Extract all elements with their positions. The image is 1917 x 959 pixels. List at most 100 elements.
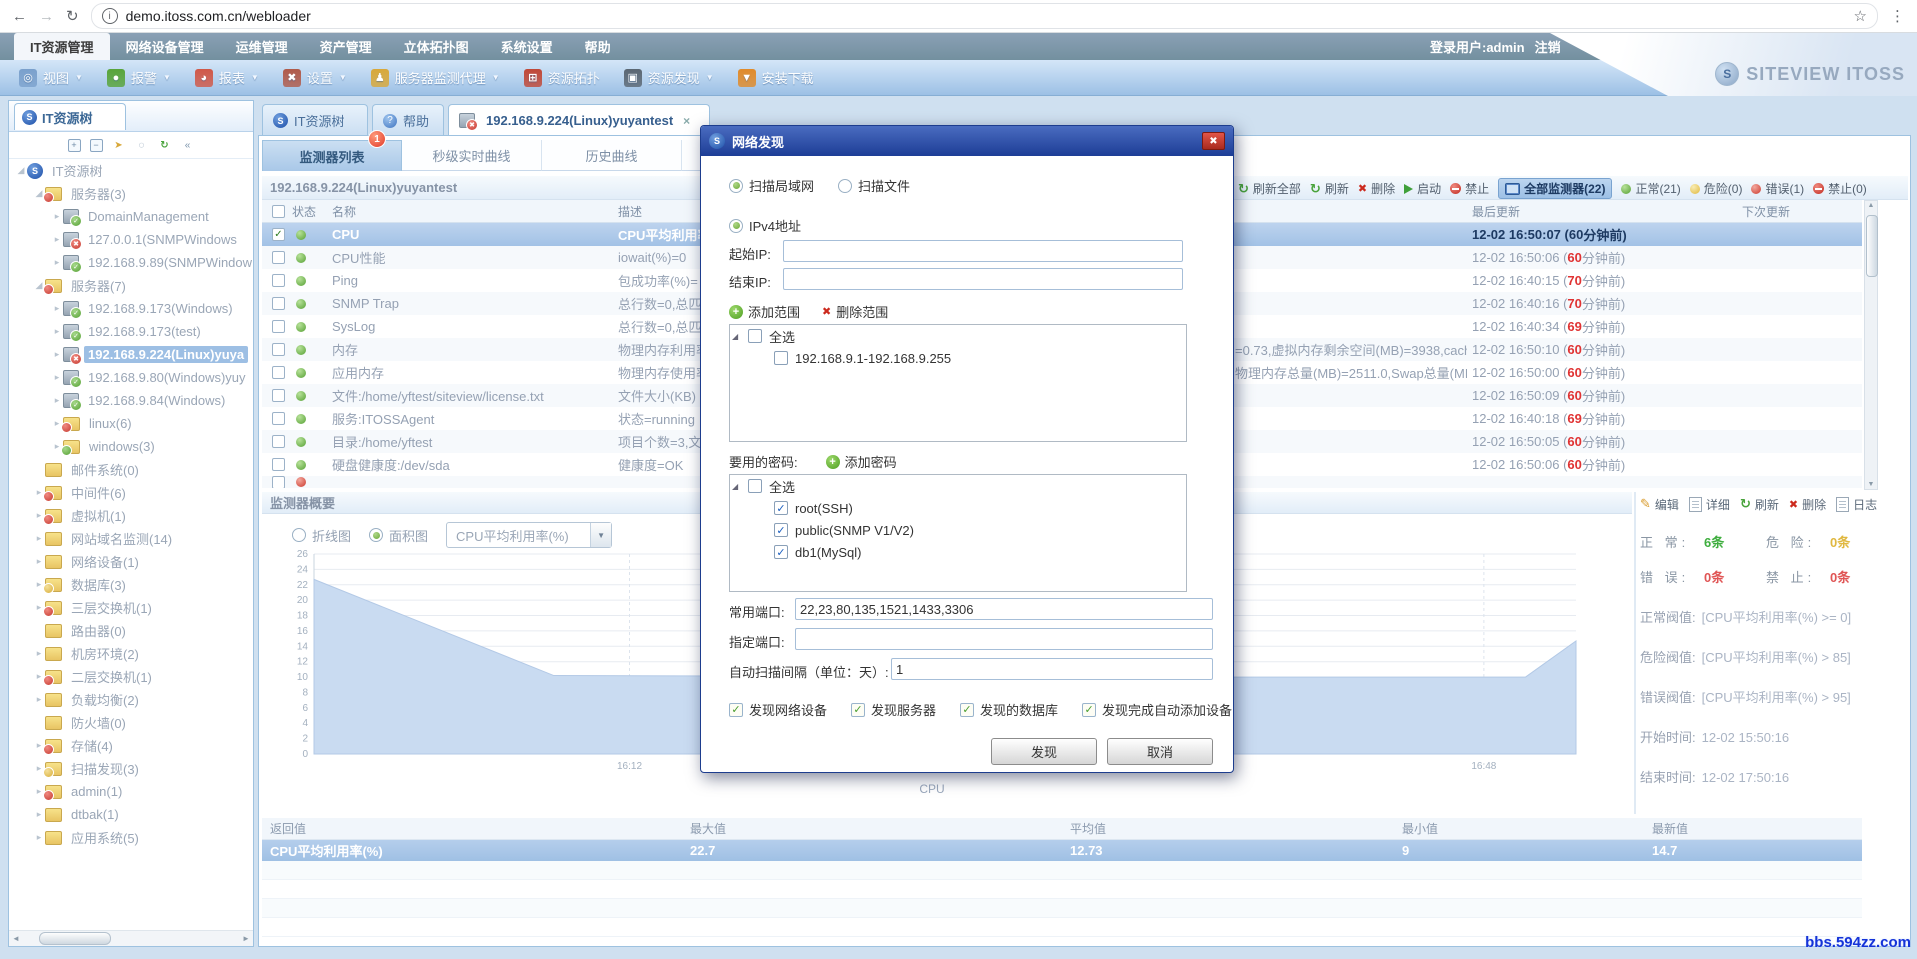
item-checkbox[interactable]: ✓ <box>774 501 788 515</box>
table-vertical-scrollbar[interactable]: ▲ ▼ <box>1864 200 1878 490</box>
tree-item[interactable]: ▸✓192.168.9.80(Windows)yuy <box>9 366 253 389</box>
tree-expander-icon[interactable]: ▸ <box>51 349 63 360</box>
tree-expander-icon[interactable]: ▸ <box>51 234 63 245</box>
item-checkbox[interactable] <box>748 329 762 343</box>
toolbar-item-3[interactable]: ✖设置▼ <box>272 65 358 90</box>
action-1[interactable]: ↻刷新 <box>1310 180 1349 197</box>
summary-action-2[interactable]: ↻刷新 <box>1740 496 1779 513</box>
scroll-down-icon[interactable]: ▼ <box>1865 481 1877 488</box>
toolbar-item-5[interactable]: ⊞资源拓扑 <box>513 65 611 90</box>
scan-interval-input[interactable] <box>891 658 1213 680</box>
menu-item-2[interactable]: 运维管理 <box>220 33 304 60</box>
page-info-icon[interactable]: i <box>102 8 118 24</box>
menu-item-1[interactable]: 网络设备管理 <box>110 33 220 60</box>
row-checkbox[interactable] <box>272 458 285 471</box>
row-checkbox[interactable] <box>272 251 285 264</box>
tree-item[interactable]: ▸网络设备(1) <box>9 550 253 573</box>
tree-item[interactable]: ▸dtbak(1) <box>9 803 253 826</box>
start-ip-input[interactable] <box>783 240 1183 262</box>
tab-device[interactable]: ✖192.168.9.224(Linux)yuyantest× <box>448 104 710 136</box>
row-checkbox[interactable] <box>272 343 285 356</box>
toolbar-item-6[interactable]: ▣资源发现▼ <box>613 65 725 90</box>
row-checkbox[interactable] <box>272 320 285 333</box>
tree-item[interactable]: ▸二层交换机(1) <box>9 665 253 688</box>
close-icon[interactable]: × <box>683 114 690 128</box>
row-checkbox[interactable] <box>272 274 285 287</box>
tree-item[interactable]: ▸机房环境(2) <box>9 642 253 665</box>
scroll-right-icon[interactable]: ► <box>239 934 253 943</box>
tree-item[interactable]: ▸扫描发现(3) <box>9 757 253 780</box>
toolbar-item-7[interactable]: ▼安装下载 <box>727 65 825 90</box>
tree-expander-icon[interactable]: ▸ <box>51 395 63 406</box>
tree-item[interactable]: 防火墙(0) <box>9 711 253 734</box>
toolbar-item-1[interactable]: ●报警▼ <box>96 65 182 90</box>
sidebar-tab-resource-tree[interactable]: S IT资源树 <box>14 103 126 130</box>
summary-action-4[interactable]: 日志 <box>1836 496 1877 513</box>
forward-icon[interactable]: → <box>39 9 54 24</box>
add-password-button[interactable]: +添加密码 <box>826 452 897 471</box>
tree-item[interactable]: ▸✓DomainManagement <box>9 205 253 228</box>
subtab-1[interactable]: 秒级实时曲线 <box>402 140 542 171</box>
toolbar-item-0[interactable]: ◎视图▼ <box>8 65 94 90</box>
tree-expander-icon[interactable]: ▸ <box>33 694 45 705</box>
locate-icon[interactable]: ➤ <box>112 138 126 152</box>
back-icon[interactable]: ← <box>12 9 27 24</box>
filter-4[interactable]: 禁止(0) <box>1813 180 1867 197</box>
action-2[interactable]: ✖删除 <box>1358 180 1395 197</box>
tree-item[interactable]: ▸虚拟机(1) <box>9 504 253 527</box>
tree-item[interactable]: ▸网站域名监测(14) <box>9 527 253 550</box>
tree-item[interactable]: 路由器(0) <box>9 619 253 642</box>
scrollbar-thumb[interactable] <box>39 932 111 945</box>
tree-item[interactable]: 邮件系统(0) <box>9 458 253 481</box>
radio-icon[interactable] <box>729 179 743 193</box>
summary-action-1[interactable]: 详细 <box>1689 496 1730 513</box>
search-icon[interactable]: ◌ <box>135 138 149 152</box>
summary-action-0[interactable]: ✎编辑 <box>1640 496 1679 513</box>
filter-1[interactable]: 正常(21) <box>1621 180 1680 197</box>
collapse-all-icon[interactable]: − <box>90 139 103 152</box>
tree-item[interactable]: ▸存储(4) <box>9 734 253 757</box>
row-checkbox[interactable]: ✓ <box>272 228 285 241</box>
close-icon[interactable]: ✖ <box>1202 132 1225 150</box>
collapse-panel-icon[interactable]: « <box>181 138 195 152</box>
tree-item[interactable]: ▸✓192.168.9.173(Windows) <box>9 297 253 320</box>
logout-link[interactable]: 注销 <box>1535 37 1561 56</box>
toolbar-item-4[interactable]: ♟服务器监测代理▼ <box>360 65 511 90</box>
discover-option-0[interactable]: ✓发现网络设备 <box>729 700 827 719</box>
action-3[interactable]: 启动 <box>1404 180 1441 197</box>
chart-type-radio-1[interactable]: 面积图 <box>369 526 428 545</box>
url-text[interactable]: demo.itoss.com.cn/webloader <box>126 8 311 24</box>
item-checkbox[interactable] <box>774 351 788 365</box>
row-checkbox[interactable] <box>272 435 285 448</box>
tree-expander-icon[interactable]: ▸ <box>33 648 45 659</box>
row-checkbox[interactable] <box>272 476 285 488</box>
tab-resource-tree[interactable]: SIT资源树 <box>262 104 368 136</box>
tree-item[interactable]: ▸✖192.168.9.224(Linux)yuya <box>9 343 253 366</box>
bookmark-star-icon[interactable]: ☆ <box>1854 7 1867 25</box>
list-item[interactable]: ✓public(SNMP V1/V2) <box>730 519 1186 541</box>
tree-item[interactable]: ▸✓192.168.9.173(test) <box>9 320 253 343</box>
tree-expander-icon[interactable]: ▸ <box>33 533 45 544</box>
tree-item[interactable]: ▸三层交换机(1) <box>9 596 253 619</box>
chevron-down-icon[interactable]: ▼ <box>590 523 611 547</box>
end-ip-input[interactable] <box>783 268 1183 290</box>
tree-expander-icon[interactable]: ▸ <box>33 809 45 820</box>
option-checkbox[interactable]: ✓ <box>1082 703 1096 717</box>
browser-menu-icon[interactable]: ⋮ <box>1890 9 1905 24</box>
url-bar[interactable]: i demo.itoss.com.cn/webloader ☆ <box>91 3 1878 29</box>
tree-item[interactable]: ▸linux(6) <box>9 412 253 435</box>
discover-button[interactable]: 发现 <box>991 738 1097 765</box>
tree-item[interactable]: ◢服务器(3) <box>9 182 253 205</box>
list-item[interactable]: 192.168.9.1-192.168.9.255 <box>730 347 1186 369</box>
sidebar-horizontal-scrollbar[interactable]: ◄ ► <box>9 930 253 946</box>
tree-expander-icon[interactable]: ▸ <box>33 832 45 843</box>
item-checkbox[interactable]: ✓ <box>774 545 788 559</box>
add-range-button[interactable]: +添加范围 <box>729 302 800 321</box>
filter-0[interactable]: 全部监测器(22) <box>1498 178 1612 199</box>
radio-icon[interactable] <box>838 179 852 193</box>
subtab-2[interactable]: 历史曲线 <box>542 140 682 171</box>
option-checkbox[interactable]: ✓ <box>729 703 743 717</box>
select-all-checkbox[interactable] <box>272 205 285 218</box>
tree-item[interactable]: ◢服务器(7) <box>9 274 253 297</box>
summary-action-3[interactable]: ✖删除 <box>1789 496 1826 513</box>
